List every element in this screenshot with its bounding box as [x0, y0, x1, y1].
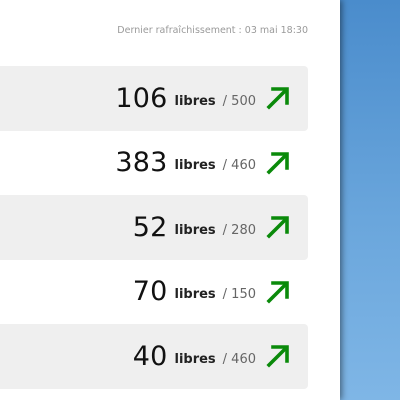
arrow-up-right-icon	[266, 216, 289, 239]
capacity-total: / 280	[222, 222, 256, 238]
availability-panel: Dernier rafraîchissement : 03 mai 18:30 …	[0, 0, 340, 400]
list-item[interactable]: 52 libres / 280	[0, 195, 308, 260]
free-unit: libres	[174, 351, 216, 367]
list-item[interactable]: 70 libres / 150	[0, 259, 308, 324]
capacity-total: / 500	[222, 93, 256, 109]
arrow-up-right-icon	[266, 87, 289, 110]
list-item[interactable]: 106 libres / 500	[0, 66, 308, 131]
capacity-total: / 460	[222, 351, 256, 367]
list-item[interactable]: 40 libres / 460	[0, 324, 308, 389]
free-count: 52	[132, 211, 168, 243]
free-count: 40	[132, 340, 168, 372]
free-count: 383	[115, 147, 168, 179]
arrow-up-right-icon	[266, 151, 289, 175]
availability-list: 106 libres / 500 383 libres / 460 52 lib…	[0, 66, 308, 389]
last-refresh-label: Dernier rafraîchissement : 03 mai 18:30	[117, 25, 308, 36]
arrow-up-right-icon	[266, 280, 289, 304]
free-unit: libres	[174, 93, 216, 109]
capacity-total: / 150	[222, 287, 256, 303]
capacity-total: / 460	[222, 158, 256, 174]
free-unit: libres	[174, 158, 216, 174]
free-count: 106	[115, 82, 168, 114]
free-count: 70	[132, 276, 168, 308]
list-item[interactable]: 383 libres / 460	[0, 130, 308, 195]
free-unit: libres	[174, 222, 216, 238]
arrow-up-right-icon	[266, 345, 289, 368]
free-unit: libres	[174, 287, 216, 303]
